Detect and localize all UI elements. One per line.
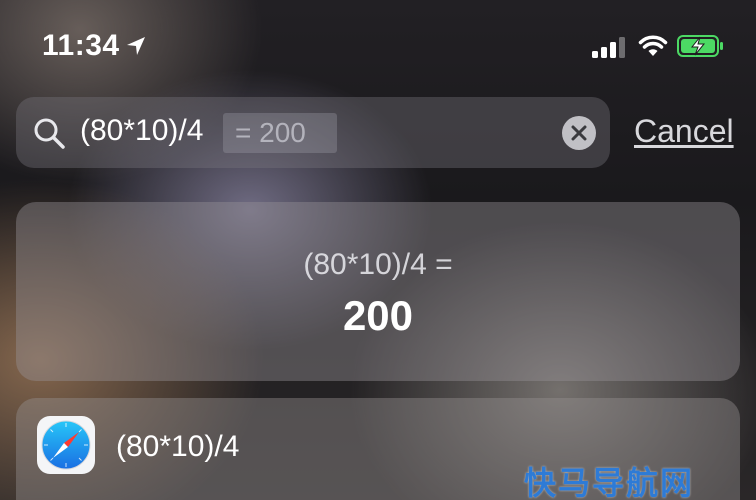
calc-result: 200 [342,292,414,339]
safari-icon [37,416,95,474]
inline-result-suggestion: = 200 [223,113,337,153]
wifi-icon [638,35,668,56]
clear-search-button[interactable] [562,116,596,150]
battery-charging-icon [677,35,723,57]
cancel-button[interactable]: Cancel [634,113,734,150]
watermark-text: 快马导航网 [524,464,695,500]
search-icon [34,118,65,149]
status-time: 11:34 [42,29,120,62]
calculator-result-card[interactable]: (80*10)/4 = 200 [16,202,740,381]
clear-icon [571,125,587,141]
status-bar: 11:34 [0,0,756,92]
search-bar[interactable]: (80*10)/4 = 200 [16,97,610,168]
calc-expression: (80*10)/4 = [303,248,453,281]
location-arrow-icon [127,37,145,55]
web-suggestion-label: (80*10)/4 [116,430,240,463]
search-input[interactable]: (80*10)/4 [80,114,203,148]
cellular-signal-icon [592,37,625,58]
